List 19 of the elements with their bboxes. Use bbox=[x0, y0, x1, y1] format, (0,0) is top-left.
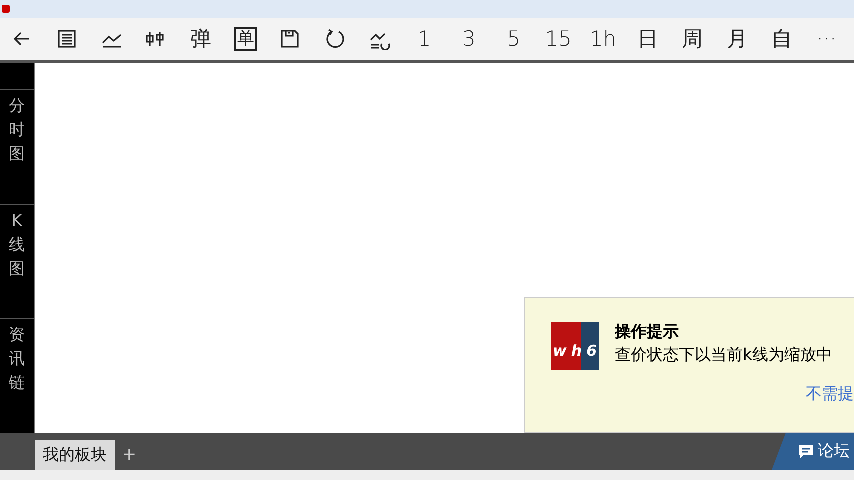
period-button[interactable]: 1 bbox=[402, 19, 447, 59]
comment-icon bbox=[798, 444, 814, 460]
period-button[interactable]: 3 bbox=[446, 19, 492, 59]
period-button[interactable]: 日 bbox=[626, 19, 670, 59]
app-icon bbox=[2, 5, 10, 13]
board-tab[interactable]: 我的板块 bbox=[35, 440, 115, 470]
period-button[interactable]: 15 bbox=[536, 19, 581, 59]
toolbar-button[interactable]: 单 bbox=[223, 19, 268, 59]
dismiss-link[interactable]: 不需提 bbox=[806, 384, 854, 405]
period-button[interactable]: ··· bbox=[804, 19, 850, 59]
period-button[interactable]: 自 bbox=[760, 19, 804, 59]
popup-message: 查价状态下以当前k线为缩放中 bbox=[615, 345, 834, 366]
period-button[interactable]: 1h bbox=[580, 19, 626, 59]
add-tab-button[interactable]: + bbox=[115, 439, 144, 470]
period-button[interactable]: 月 bbox=[715, 19, 760, 59]
forum-button[interactable]: 论坛 bbox=[772, 433, 854, 470]
period-button[interactable]: 5 bbox=[492, 19, 536, 59]
toolbar-button[interactable]: 弹 bbox=[178, 19, 224, 59]
period-button[interactable]: 周 bbox=[670, 19, 715, 59]
